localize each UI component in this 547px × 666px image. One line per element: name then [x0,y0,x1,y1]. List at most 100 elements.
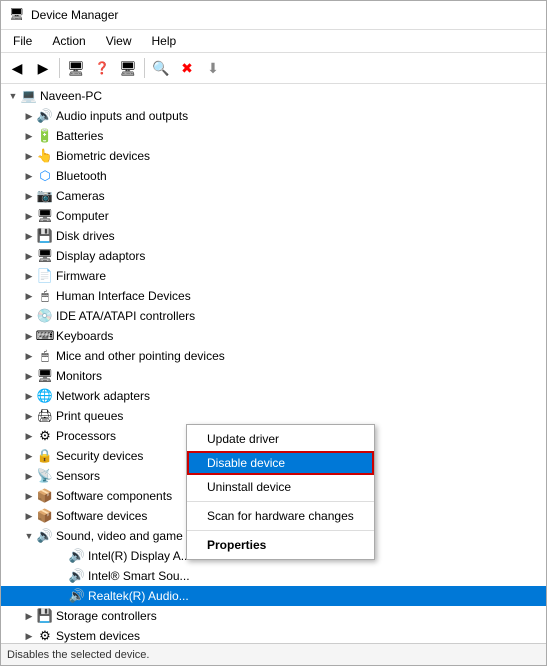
toolbar-separator-2 [144,58,145,78]
tree-item-root[interactable]: ▼ 💻 Naveen-PC [1,86,546,106]
expand-software-components[interactable]: ▶ [21,488,37,504]
tree-item-storage[interactable]: ▶ 💾 Storage controllers [1,606,546,626]
tree-item-bluetooth[interactable]: ▶ ⬡ Bluetooth [1,166,546,186]
system-label: System devices [56,629,140,643]
expand-sensors[interactable]: ▶ [21,468,37,484]
ctx-separator-2 [187,530,374,531]
audio-label: Audio inputs and outputs [56,109,188,123]
ide-label: IDE ATA/ATAPI controllers [56,309,195,323]
monitors-label: Monitors [56,369,102,383]
intel-smart-label: Intel® Smart Sou... [88,569,190,583]
tree-item-cameras[interactable]: ▶ 📷 Cameras [1,186,546,206]
expand-batteries[interactable]: ▶ [21,128,37,144]
expand-print[interactable]: ▶ [21,408,37,424]
ctx-update-driver[interactable]: Update driver [187,427,374,451]
context-menu: Update driver Disable device Uninstall d… [186,424,375,560]
tree-item-intel-smart[interactable]: 🔊 Intel® Smart Sou... [1,566,546,586]
expand-disk[interactable]: ▶ [21,228,37,244]
device-manager-window: 🖥 Device Manager File Action View Help ◀… [0,0,547,666]
back-button[interactable]: ◀ [5,56,29,80]
computer-icon: 💻 [21,88,37,104]
tree-item-batteries[interactable]: ▶ 🔋 Batteries [1,126,546,146]
tree-item-hid[interactable]: ▶ 🖱 Human Interface Devices [1,286,546,306]
display-label: Display adaptors [56,249,145,263]
software-components-label: Software components [56,489,172,503]
expand-computer[interactable]: ▶ [21,208,37,224]
expand-sound[interactable]: ▼ [21,528,37,544]
camera-icon: 📷 [37,188,53,204]
expand-cameras[interactable]: ▶ [21,188,37,204]
batteries-label: Batteries [56,129,103,143]
menu-bar: File Action View Help [1,30,546,53]
menu-action[interactable]: Action [44,32,93,50]
software-devices-label: Software devices [56,509,147,523]
expand-security[interactable]: ▶ [21,448,37,464]
menu-view[interactable]: View [98,32,140,50]
tree-item-realtek[interactable]: 🔊 Realtek(R) Audio... [1,586,546,606]
software-components-icon: 📦 [37,488,53,504]
cameras-label: Cameras [56,189,105,203]
device-button[interactable]: 🖥 [116,56,140,80]
ctx-disable-device[interactable]: Disable device [187,451,374,475]
keyboard-icon: ⌨ [37,328,53,344]
tree-item-keyboards[interactable]: ▶ ⌨ Keyboards [1,326,546,346]
expand-storage[interactable]: ▶ [21,608,37,624]
expand-network[interactable]: ▶ [21,388,37,404]
expand-bluetooth[interactable]: ▶ [21,168,37,184]
info-button[interactable]: ❓ [90,56,114,80]
tree-item-mice[interactable]: ▶ 🖱 Mice and other pointing devices [1,346,546,366]
expand-ide[interactable]: ▶ [21,308,37,324]
hid-icon: 🖱 [37,288,53,304]
network-icon: 🌐 [37,388,53,404]
intel-display-label: Intel(R) Display A... [88,549,191,563]
tree-item-print[interactable]: ▶ 🖨 Print queues [1,406,546,426]
hid-label: Human Interface Devices [56,289,191,303]
update-button[interactable]: ⬇ [201,56,225,80]
ctx-scan[interactable]: Scan for hardware changes [187,504,374,528]
menu-file[interactable]: File [5,32,40,50]
expand-software-devices[interactable]: ▶ [21,508,37,524]
tree-item-firmware[interactable]: ▶ 📄 Firmware [1,266,546,286]
tree-item-monitors[interactable]: ▶ 🖥 Monitors [1,366,546,386]
menu-help[interactable]: Help [144,32,185,50]
expand-display[interactable]: ▶ [21,248,37,264]
ctx-uninstall-device[interactable]: Uninstall device [187,475,374,499]
tree-content[interactable]: ▼ 💻 Naveen-PC ▶ 🔊 Audio inputs and outpu… [1,84,546,643]
bluetooth-icon: ⬡ [37,168,53,184]
remove-button[interactable]: ✖ [175,56,199,80]
biometric-label: Biometric devices [56,149,150,163]
computer-icon2: 🖥 [37,208,53,224]
tree-item-display[interactable]: ▶ 🖥 Display adaptors [1,246,546,266]
tree-item-audio[interactable]: ▶ 🔊 Audio inputs and outputs [1,106,546,126]
tree-item-ide[interactable]: ▶ 💿 IDE ATA/ATAPI controllers [1,306,546,326]
ctx-properties[interactable]: Properties [187,533,374,557]
window-title: Device Manager [31,8,118,22]
expand-processors[interactable]: ▶ [21,428,37,444]
mice-label: Mice and other pointing devices [56,349,225,363]
computer-button[interactable]: 🖥 [64,56,88,80]
window-icon: 🖥 [9,7,25,23]
forward-button[interactable]: ▶ [31,56,55,80]
expand-root[interactable]: ▼ [5,88,21,104]
software-devices-icon: 📦 [37,508,53,524]
expand-monitors[interactable]: ▶ [21,368,37,384]
expand-mice[interactable]: ▶ [21,348,37,364]
expand-firmware[interactable]: ▶ [21,268,37,284]
status-text: Disables the selected device. [7,649,149,661]
tree-item-system[interactable]: ▶ ⚙ System devices [1,626,546,643]
monitors-icon: 🖥 [37,368,53,384]
tree-item-network[interactable]: ▶ 🌐 Network adapters [1,386,546,406]
storage-icon: 💾 [37,608,53,624]
tree-item-disk[interactable]: ▶ 💾 Disk drives [1,226,546,246]
ctx-separator-1 [187,501,374,502]
expand-hid[interactable]: ▶ [21,288,37,304]
tree-item-computer[interactable]: ▶ 🖥 Computer [1,206,546,226]
tree-item-biometric[interactable]: ▶ 👆 Biometric devices [1,146,546,166]
sensors-label: Sensors [56,469,100,483]
expand-keyboards[interactable]: ▶ [21,328,37,344]
expand-biometric[interactable]: ▶ [21,148,37,164]
expand-system[interactable]: ▶ [21,628,37,643]
expand-audio[interactable]: ▶ [21,108,37,124]
scan-button[interactable]: 🔍 [149,56,173,80]
title-bar: 🖥 Device Manager [1,1,546,30]
